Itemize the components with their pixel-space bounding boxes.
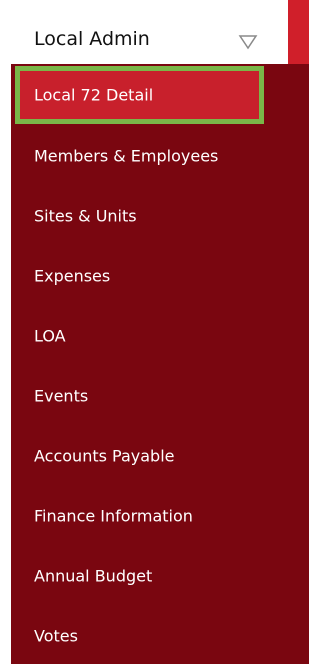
dropdown-menu: Local 72 Detail Members & Employees Site… xyxy=(11,64,309,664)
menu-item-label: Votes xyxy=(34,626,78,646)
local-admin-dropdown-header[interactable]: Local Admin xyxy=(0,0,288,64)
menu-item-expenses[interactable]: Expenses xyxy=(11,246,309,306)
menu-item-finance-information[interactable]: Finance Information xyxy=(11,486,309,546)
menu-item-sites-units[interactable]: Sites & Units xyxy=(11,186,309,246)
accent-strip xyxy=(288,0,309,64)
local-admin-title: Local Admin xyxy=(34,28,150,50)
menu-item-label: Events xyxy=(34,386,89,406)
menu-item-label: LOA xyxy=(34,326,66,346)
menu-item-label: Accounts Payable xyxy=(34,446,175,466)
menu-item-label: Sites & Units xyxy=(34,206,137,226)
menu-item-local-72-detail[interactable]: Local 72 Detail xyxy=(15,66,264,124)
menu-item-label: Finance Information xyxy=(34,506,193,526)
menu-item-events[interactable]: Events xyxy=(11,366,309,426)
menu-item-votes[interactable]: Votes xyxy=(11,606,309,664)
local-admin-menu-panel: Local Admin Local 72 Detail Members & Em… xyxy=(0,0,309,664)
menu-item-label: Members & Employees xyxy=(34,146,219,166)
menu-item-label: Annual Budget xyxy=(34,566,153,586)
menu-item-annual-budget[interactable]: Annual Budget xyxy=(11,546,309,606)
menu-item-accounts-payable[interactable]: Accounts Payable xyxy=(11,426,309,486)
menu-item-loa[interactable]: LOA xyxy=(11,306,309,366)
triangle-down-outline-icon[interactable] xyxy=(238,34,258,50)
menu-item-label: Expenses xyxy=(34,266,111,286)
menu-item-members-employees[interactable]: Members & Employees xyxy=(11,126,309,186)
menu-item-label: Local 72 Detail xyxy=(34,85,154,105)
